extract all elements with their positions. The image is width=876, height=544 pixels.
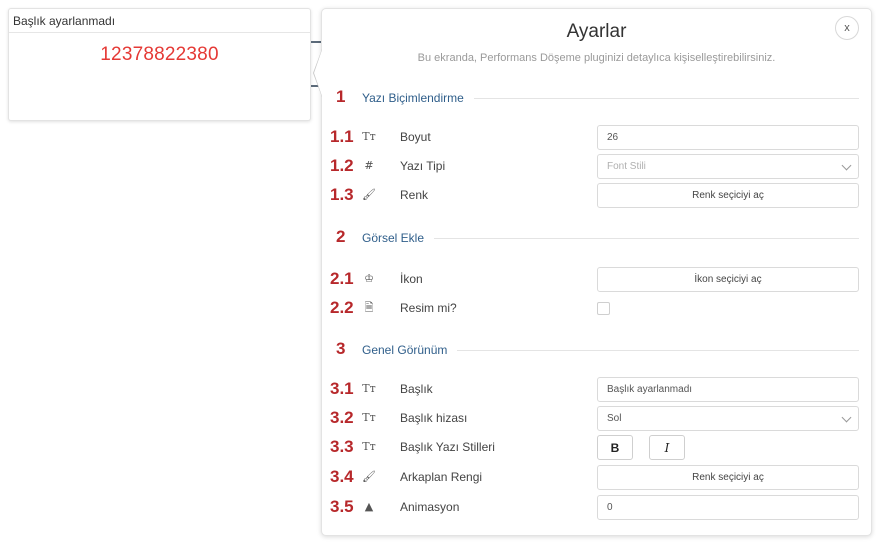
- row-background-color: 3.4 🖌 Arkaplan Rengi Renk seçiciyi aç: [330, 465, 859, 491]
- row-is-image: 2.2 🗎 Resim mi?: [330, 296, 859, 322]
- row-size: 1.1 Tт Boyut 26: [330, 125, 859, 151]
- row-label: Resim mi?: [400, 301, 457, 315]
- settings-panel: x Ayarlar Bu ekranda, Performans Döşeme …: [313, 8, 872, 536]
- tile-preview[interactable]: Başlık ayarlanmadı 12378822380: [8, 8, 311, 121]
- panel-subtitle: Bu ekranda, Performans Döşeme pluginizi …: [417, 52, 776, 64]
- section-number: 1: [336, 87, 346, 106]
- is-image-checkbox[interactable]: [597, 302, 610, 315]
- section-number: 3: [336, 339, 346, 358]
- row-number: 3.3: [330, 437, 354, 456]
- size-input[interactable]: 26: [597, 125, 859, 150]
- row-label: İkon: [400, 272, 423, 286]
- row-color: 1.3 🖌 Renk Renk seçiciyi aç: [330, 183, 859, 209]
- row-number: 3.4: [330, 467, 354, 486]
- row-number: 2.2: [330, 298, 354, 317]
- animation-input[interactable]: 0: [597, 495, 859, 520]
- chevron-down-icon: [841, 160, 852, 171]
- row-label: Arkaplan Rengi: [400, 470, 483, 484]
- row-title: 3.1 Tт Başlık Başlık ayarlanmadı: [330, 377, 859, 403]
- row-label: Yazı Tipi: [400, 159, 446, 173]
- row-number: 1.2: [330, 156, 354, 175]
- row-number: 3.2: [330, 408, 354, 427]
- row-number: 2.1: [330, 269, 354, 288]
- title-input[interactable]: Başlık ayarlanmadı: [597, 377, 859, 402]
- tile-title: Başlık ayarlanmadı: [9, 9, 310, 33]
- row-number: 3.5: [330, 497, 354, 516]
- section-title: Görsel Ekle: [362, 231, 435, 245]
- row-animation: 3.5 ▲ Animasyon 0: [330, 495, 859, 521]
- row-label: Renk: [400, 188, 429, 202]
- font-style-select[interactable]: Font Stili: [597, 154, 859, 179]
- section-number: 2: [336, 227, 346, 246]
- section-general-appearance: 3 Genel Görünüm: [336, 339, 859, 361]
- section-title: Yazı Biçimlendirme: [362, 91, 474, 105]
- section-title: Genel Görünüm: [362, 343, 458, 357]
- animation-icon: ▲: [364, 500, 374, 513]
- hash-icon: #: [364, 159, 374, 172]
- row-number: 3.1: [330, 379, 354, 398]
- icon-picker-button[interactable]: İkon seçiciyi aç: [597, 267, 859, 292]
- panel-title: Ayarlar: [566, 21, 627, 42]
- tile-value: 12378822380: [100, 44, 219, 65]
- file-image-icon: 🗎: [364, 301, 374, 314]
- bold-button[interactable]: B: [597, 435, 633, 460]
- panel-pointer-arrow: [313, 49, 322, 97]
- row-title-alignment: 3.2 Tт Başlık hizası Sol: [330, 406, 859, 432]
- title-alignment-select[interactable]: Sol: [597, 406, 859, 431]
- section-divider: [362, 238, 859, 239]
- paint-bucket-icon: 🖌: [362, 188, 376, 201]
- row-title-styles: 3.3 Tт Başlık Yazı Stilleri B I: [330, 435, 859, 461]
- row-number: 1.1: [330, 127, 354, 146]
- text-size-icon: Tт: [362, 130, 376, 143]
- row-number: 1.3: [330, 185, 354, 204]
- row-label: Animasyon: [400, 500, 460, 514]
- section-add-image: 2 Görsel Ekle: [336, 227, 859, 249]
- text-size-icon: Tт: [362, 382, 376, 395]
- row-label: Başlık Yazı Stilleri: [400, 440, 495, 454]
- italic-button[interactable]: I: [649, 435, 685, 460]
- select-value: Sol: [607, 413, 622, 424]
- color-picker-button[interactable]: Renk seçiciyi aç: [597, 183, 859, 208]
- paint-bucket-icon: 🖌: [362, 470, 376, 483]
- row-label: Başlık hizası: [400, 411, 468, 425]
- icon-picker-icon: ♔: [364, 272, 374, 285]
- chevron-down-icon: [841, 412, 852, 423]
- text-size-icon: Tт: [362, 411, 376, 424]
- row-label: Boyut: [400, 130, 431, 144]
- row-font-family: 1.2 # Yazı Tipi Font Stili: [330, 154, 859, 180]
- row-label: Başlık: [400, 382, 433, 396]
- background-color-picker-button[interactable]: Renk seçiciyi aç: [597, 465, 859, 490]
- text-size-icon: Tт: [362, 440, 376, 453]
- row-icon: 2.1 ♔ İkon İkon seçiciyi aç: [330, 267, 859, 293]
- section-text-formatting: 1 Yazı Biçimlendirme: [336, 87, 859, 109]
- select-placeholder: Font Stili: [607, 161, 646, 172]
